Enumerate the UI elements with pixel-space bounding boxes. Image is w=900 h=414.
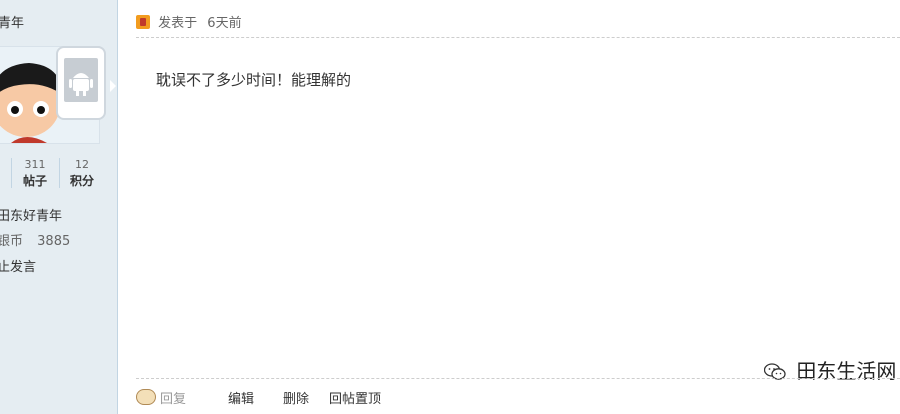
android-phone-icon — [56, 46, 106, 120]
user-group[interactable]: 田东好青年 — [0, 205, 62, 224]
stat-posts[interactable]: 311 帖子 — [12, 158, 58, 189]
post-meta: 发表于 6天前 — [136, 12, 242, 31]
reply-label: 回复 — [160, 392, 187, 407]
header-divider — [136, 37, 900, 38]
user-stats: 311 帖子 12 积分 — [0, 158, 117, 188]
pin-reply-button[interactable]: 回帖置顶 — [329, 388, 381, 407]
android-icon — [69, 73, 93, 96]
android-robot-icon — [64, 58, 98, 102]
post-time: 6天前 — [207, 16, 242, 31]
user-title[interactable]: 青年 — [0, 12, 24, 31]
watermark: 田东生活网 — [763, 355, 897, 384]
user-coins: 银币 3885 — [0, 230, 70, 249]
post-content: 耽误不了多少时间！能理解的 — [156, 71, 352, 89]
reply-button[interactable]: 回复 — [136, 388, 186, 407]
stat-posts-count: 311 — [24, 158, 46, 171]
stat-points-count: 12 — [75, 158, 89, 171]
edit-button[interactable]: 编辑 — [228, 388, 254, 407]
user-status: 止发言 — [0, 260, 37, 275]
stat-points[interactable]: 12 积分 — [59, 158, 105, 189]
stat-posts-label: 帖子 — [22, 174, 47, 188]
footer-divider — [136, 378, 900, 379]
reply-icon — [136, 389, 156, 405]
coins-label: 银币 — [0, 234, 24, 249]
poster-icon — [136, 15, 150, 29]
posted-label: 发表于 — [158, 16, 198, 31]
watermark-text: 田东生活网 — [796, 359, 897, 383]
delete-button[interactable]: 删除 — [283, 388, 309, 407]
stat-points-label: 积分 — [69, 174, 94, 188]
coins-value: 3885 — [37, 234, 71, 249]
badge-arrow — [110, 80, 116, 92]
user-sidebar: 青年 311 帖子 12 积分 田东好青年 币 3885 止发言 — [0, 0, 118, 414]
